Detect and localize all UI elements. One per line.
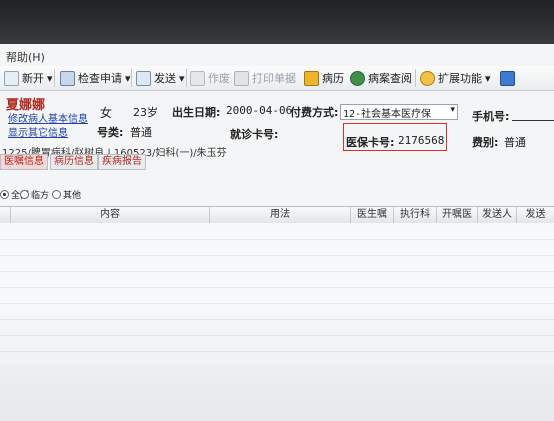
- row-divider: [0, 255, 554, 256]
- pay-method-value: 12-社会基本医疗保: [343, 109, 432, 120]
- visit-card-label: 就诊卡号:: [230, 128, 279, 141]
- exam-request-button[interactable]: 检查申请 ▾: [60, 70, 131, 86]
- radio-icon: [52, 190, 61, 199]
- filter-bar: 全部 临方 其他: [0, 188, 554, 202]
- menu-bar: 帮助(H): [0, 46, 554, 64]
- void-button[interactable]: 作废: [190, 70, 230, 86]
- chevron-down-icon: ▾: [450, 105, 455, 115]
- new-doc-icon: [4, 70, 19, 86]
- extend-button[interactable]: 扩展功能 ▾: [420, 70, 491, 86]
- patient-gender: 女: [100, 106, 113, 120]
- exam-request-icon: [60, 70, 75, 86]
- pay-method-label: 付费方式:: [290, 106, 339, 119]
- tab-medical-record[interactable]: 病历信息: [50, 154, 98, 170]
- records-button[interactable]: 病历: [304, 70, 344, 86]
- highlight-box: [343, 123, 447, 151]
- col-usage[interactable]: 用法: [210, 207, 351, 223]
- extend-icon: [420, 70, 435, 86]
- print-button[interactable]: 打印单据: [234, 70, 296, 86]
- user-search-icon: [350, 70, 365, 86]
- row-divider: [0, 287, 554, 288]
- orders-table-header: 内容 用法 医生嘱 执行科 开嘱医 发送人 发送: [0, 206, 554, 224]
- toolbar: 新开 ▾ 检查申请 ▾ 发送 ▾ 作废 打印单据 病历 病案查阅 扩展功能 ▾: [0, 66, 554, 91]
- send-button[interactable]: 发送 ▾: [136, 70, 185, 86]
- edit-patient-link[interactable]: 修改病人基本信息: [8, 110, 88, 125]
- radio-icon: [20, 190, 29, 199]
- col-exec-dept[interactable]: 执行科: [394, 207, 437, 223]
- chevron-down-icon: ▾: [47, 71, 53, 85]
- toolbar-separator: [131, 69, 132, 87]
- fee-value: 普通: [504, 136, 526, 149]
- exit-icon: [500, 70, 515, 86]
- col-send-time[interactable]: 发送: [517, 207, 554, 223]
- dob-value: 2000-04-06: [226, 104, 293, 117]
- phone-label: 手机号:: [472, 110, 510, 123]
- col-marker: [0, 207, 11, 223]
- fee-label: 费别:: [472, 136, 499, 149]
- col-content[interactable]: 内容: [11, 207, 210, 223]
- toolbar-separator: [54, 69, 55, 87]
- filter-short-term[interactable]: 临方: [20, 188, 49, 201]
- tab-disease-report[interactable]: 疾病报告: [98, 154, 146, 170]
- void-icon: [190, 70, 205, 86]
- printer-icon: [234, 70, 249, 86]
- new-button[interactable]: 新开 ▾: [4, 70, 53, 86]
- photo-shading: [0, 300, 554, 421]
- tab-orders[interactable]: 医嘱信息: [0, 154, 48, 170]
- row-divider: [0, 239, 554, 240]
- phone-field[interactable]: [512, 120, 554, 121]
- row-divider: [0, 271, 554, 272]
- radio-icon: [0, 190, 9, 199]
- col-ordering-doctor[interactable]: 开嘱医: [437, 207, 478, 223]
- filter-other[interactable]: 其他: [52, 188, 81, 201]
- patient-age: 23岁: [133, 106, 158, 119]
- col-doctor-order[interactable]: 医生嘱: [351, 207, 394, 223]
- monitor-bezel: [0, 0, 554, 46]
- tab-bar: 医嘱信息 病历信息 疾病报告: [0, 154, 554, 170]
- menu-help[interactable]: 帮助(H): [6, 49, 45, 65]
- chevron-down-icon: ▾: [125, 71, 131, 85]
- exit-button[interactable]: [500, 70, 515, 86]
- chevron-down-icon: ▾: [179, 71, 185, 85]
- record-query-button[interactable]: 病案查阅: [350, 70, 412, 86]
- show-other-info-link[interactable]: 显示其它信息: [8, 124, 68, 139]
- col-sender[interactable]: 发送人: [478, 207, 517, 223]
- toolbar-separator: [415, 69, 416, 87]
- send-icon: [136, 70, 151, 86]
- toolbar-separator: [186, 69, 187, 87]
- category-value: 普通: [130, 126, 152, 139]
- records-icon: [304, 70, 319, 86]
- chevron-down-icon: ▾: [485, 71, 491, 85]
- pay-method-select[interactable]: 12-社会基本医疗保 ▾: [340, 104, 458, 120]
- category-label: 号类:: [97, 126, 124, 139]
- dob-label: 出生日期:: [172, 106, 221, 119]
